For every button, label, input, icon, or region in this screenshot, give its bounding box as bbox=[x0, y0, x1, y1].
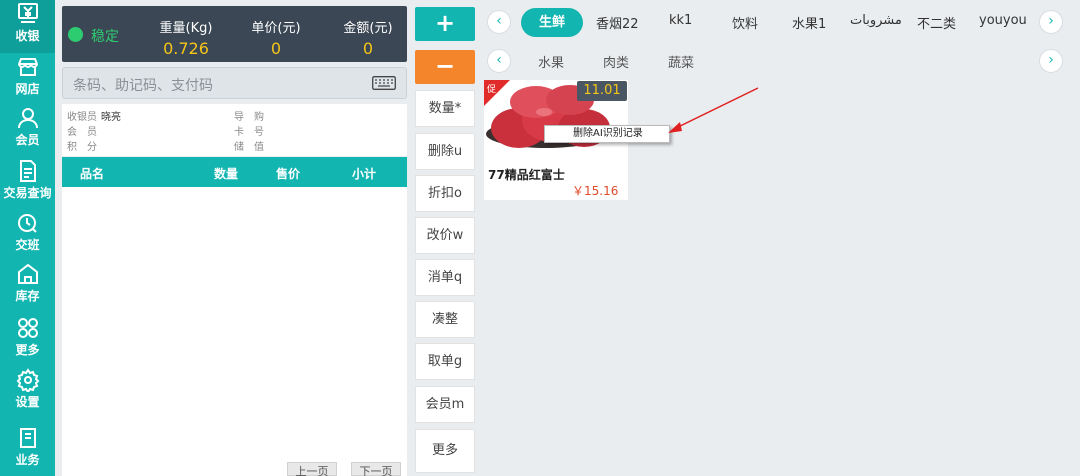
category-tab-fresh[interactable]: 生鲜 bbox=[521, 8, 584, 37]
context-menu-delete-ai-record[interactable]: 删除AI识别记录 bbox=[544, 125, 670, 143]
unit-price-label: 单价(元) bbox=[251, 21, 301, 36]
guide-label: 导 购 bbox=[234, 112, 264, 123]
category-tab-youyou[interactable]: youyou bbox=[979, 13, 1027, 28]
next-page-button[interactable]: 下一页 bbox=[351, 462, 401, 476]
weight-readout: 重量(Kg) 0.726 bbox=[146, 17, 226, 58]
shop-icon bbox=[17, 58, 38, 76]
search-placeholder: 条码、助记码、支付码 bbox=[73, 78, 213, 94]
nav-item-settings[interactable]: 设置 bbox=[0, 368, 55, 410]
prev-page-button[interactable]: 上一页 bbox=[287, 462, 337, 476]
column-header-subtotal: 小计 bbox=[352, 167, 377, 181]
scale-status: 稳定 bbox=[91, 29, 119, 45]
scale-panel: 稳定 重量(Kg) 0.726 单价(元) 0 金额(元) 0 bbox=[62, 6, 407, 62]
shift-handover-icon bbox=[17, 214, 37, 233]
category-tab-arabic-drinks[interactable]: مشروبات bbox=[850, 13, 902, 28]
chevron-right-icon: › bbox=[1048, 13, 1054, 29]
nav-item-label: 业务 bbox=[15, 453, 40, 467]
member-label: 会 员 bbox=[67, 127, 97, 138]
round-off-button[interactable]: 凑整 bbox=[415, 301, 475, 338]
subcategory-next-button[interactable]: › bbox=[1039, 49, 1063, 73]
card-label: 卡 号 bbox=[234, 127, 264, 138]
category-next-button[interactable]: › bbox=[1039, 10, 1063, 34]
cashier-row: 收银员 晓亮 bbox=[67, 108, 121, 123]
weight-label: 重量(Kg) bbox=[159, 21, 213, 36]
minus-button[interactable]: − bbox=[415, 50, 475, 84]
gear-icon bbox=[16, 368, 39, 392]
category-tab-misc[interactable]: 不二类 bbox=[917, 13, 956, 32]
nav-item-label: 网店 bbox=[15, 82, 40, 96]
side-nav: 收银 网店 会员 交易查询 交班 库存 更多 设置 业务 bbox=[0, 0, 55, 476]
void-order-button[interactable]: 消单q bbox=[415, 259, 475, 296]
category-tab-fruit1[interactable]: 水果1 bbox=[792, 13, 826, 32]
nav-item-transactions[interactable]: 交易查询 bbox=[0, 159, 55, 201]
more-actions-button[interactable]: 更多 bbox=[415, 429, 475, 473]
nav-item-label: 库存 bbox=[15, 289, 40, 303]
nav-item-shop[interactable]: 网店 bbox=[0, 55, 55, 97]
nav-item-more[interactable]: 更多 bbox=[0, 316, 55, 358]
search-input[interactable]: 条码、助记码、支付码 bbox=[62, 67, 407, 99]
subcategory-tab-vegetables[interactable]: 蔬菜 bbox=[668, 52, 694, 71]
add-button[interactable]: + bbox=[415, 7, 475, 41]
product-price: ￥15.16 bbox=[572, 184, 619, 198]
stable-indicator-icon bbox=[68, 27, 83, 42]
column-header-qty: 数量 bbox=[214, 167, 239, 181]
category-prev-button[interactable]: ‹ bbox=[487, 10, 511, 34]
product-name: 77精品红富士 bbox=[488, 168, 565, 182]
subcategory-tab-fruit[interactable]: 水果 bbox=[538, 52, 564, 71]
subcategory-tab-meat[interactable]: 肉类 bbox=[603, 52, 629, 71]
nav-item-label: 收银 bbox=[15, 29, 40, 43]
nav-item-label: 交班 bbox=[15, 238, 40, 252]
chevron-right-icon: › bbox=[1048, 52, 1054, 68]
cart-table-header: 品名 数量 售价 小计 bbox=[62, 157, 407, 187]
user-icon bbox=[17, 108, 38, 129]
promo-badge-label: 促 bbox=[487, 85, 497, 95]
warehouse-icon bbox=[17, 263, 38, 284]
nav-item-checkout[interactable]: 收银 bbox=[0, 0, 55, 53]
cart-table-body: 上一页 下一页 bbox=[62, 187, 407, 476]
product-code: 11.01 bbox=[577, 81, 627, 101]
nav-item-label: 设置 bbox=[15, 395, 40, 409]
amount-value: 0 bbox=[362, 39, 374, 58]
stored-value-label: 储 值 bbox=[234, 142, 264, 153]
category-tab-cigarettes[interactable]: 香烟22 bbox=[596, 13, 639, 32]
nav-item-label: 更多 bbox=[15, 343, 40, 357]
member-button[interactable]: 会员m bbox=[415, 386, 475, 423]
keyboard-icon[interactable] bbox=[372, 76, 396, 90]
amount-readout: 金额(元) 0 bbox=[328, 17, 408, 58]
unit-price-value: 0 bbox=[270, 39, 282, 58]
retrieve-order-button[interactable]: 取单g bbox=[415, 343, 475, 380]
delete-button[interactable]: 删除u bbox=[415, 133, 475, 170]
unit-price-readout: 单价(元) 0 bbox=[236, 17, 316, 58]
nav-item-label: 交易查询 bbox=[3, 186, 52, 200]
nav-item-business[interactable]: 业务 bbox=[0, 426, 55, 468]
weight-value: 0.726 bbox=[163, 39, 209, 58]
book-icon bbox=[19, 428, 36, 448]
nav-item-label: 会员 bbox=[15, 133, 40, 147]
column-header-price: 售价 bbox=[276, 167, 301, 181]
nav-item-shift[interactable]: 交班 bbox=[0, 211, 55, 253]
chevron-left-icon: ‹ bbox=[496, 52, 502, 68]
points-label: 积 分 bbox=[67, 142, 97, 153]
amount-label: 金额(元) bbox=[343, 21, 393, 36]
category-tab-drinks[interactable]: 饮料 bbox=[732, 13, 758, 32]
change-price-button[interactable]: 改价w bbox=[415, 217, 475, 254]
document-icon bbox=[19, 160, 36, 182]
cashier-label: 收银员 bbox=[67, 112, 97, 123]
discount-button[interactable]: 折扣o bbox=[415, 175, 475, 212]
nav-item-member[interactable]: 会员 bbox=[0, 106, 55, 148]
yen-register-icon bbox=[17, 3, 38, 23]
column-header-name: 品名 bbox=[80, 167, 105, 181]
chevron-left-icon: ‹ bbox=[496, 13, 502, 29]
quantity-button[interactable]: 数量* bbox=[415, 90, 475, 127]
category-tab-kk1[interactable]: kk1 bbox=[669, 13, 692, 28]
cashier-value: 晓亮 bbox=[101, 112, 121, 123]
nav-item-inventory[interactable]: 库存 bbox=[0, 262, 55, 304]
subcategory-prev-button[interactable]: ‹ bbox=[487, 49, 511, 73]
grid-icon bbox=[17, 318, 38, 338]
order-info-panel: 收银员 晓亮 导 购 会 员 卡 号 积 分 储 值 bbox=[62, 104, 407, 156]
